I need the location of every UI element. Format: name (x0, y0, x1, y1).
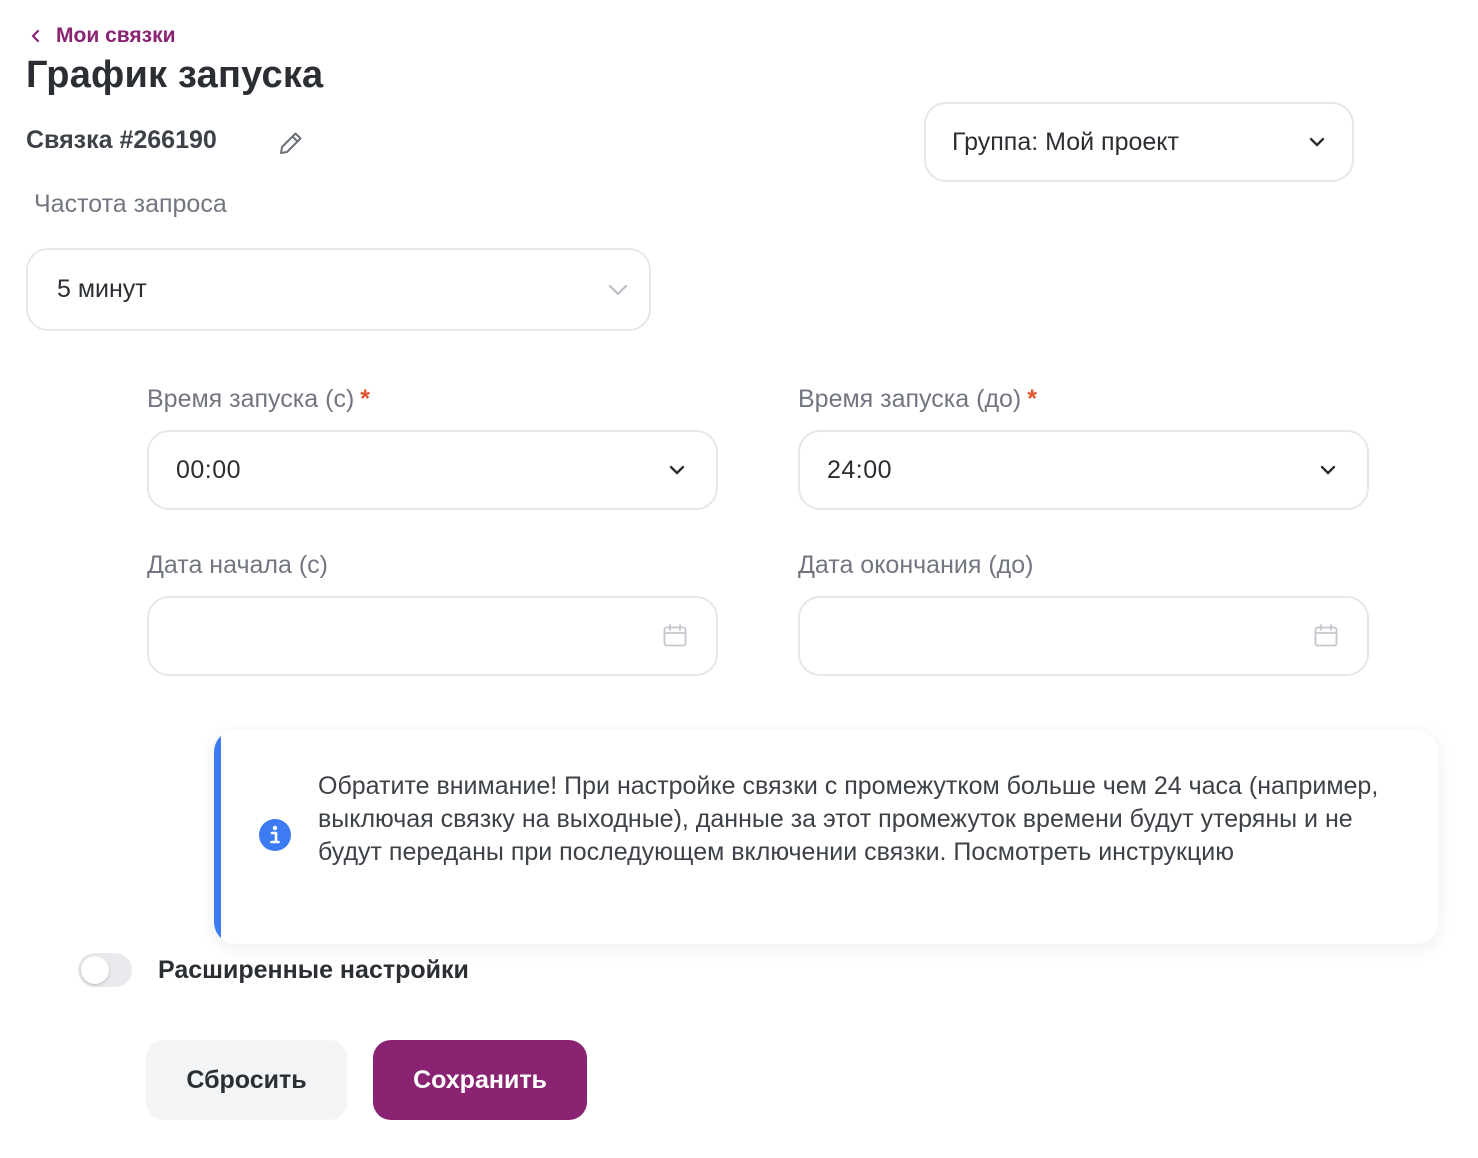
date-from-input[interactable] (176, 621, 662, 651)
frequency-select-value: 5 минут (57, 275, 147, 303)
page-title: График запуска (26, 54, 324, 96)
group-select[interactable]: Группа: Мой проект (924, 102, 1354, 182)
date-to-field[interactable] (798, 596, 1369, 676)
time-to-select[interactable]: 24:00 (798, 430, 1369, 510)
reset-button[interactable]: Сбросить (146, 1040, 347, 1120)
info-icon (259, 819, 291, 851)
time-to-label: Время запуска (до) * (798, 385, 1037, 414)
notice-accent-bar (214, 730, 221, 944)
required-mark: * (1027, 385, 1037, 413)
chevron-down-icon (608, 284, 628, 295)
time-from-value: 00:00 (176, 455, 242, 484)
advanced-settings-toggle[interactable] (78, 953, 132, 987)
date-from-field[interactable] (147, 596, 718, 676)
advanced-settings-label: Расширенные настройки (158, 956, 469, 984)
breadcrumb-label: Мои связки (56, 24, 176, 47)
link-name: Связка #266190 (26, 126, 217, 154)
required-mark: * (360, 385, 370, 413)
breadcrumb-back-link[interactable]: Мои связки (30, 22, 176, 50)
date-to-label-text: Дата окончания (до) (798, 551, 1034, 579)
calendar-icon[interactable] (1313, 623, 1339, 649)
date-to-label: Дата окончания (до) (798, 551, 1033, 580)
time-from-select[interactable]: 00:00 (147, 430, 718, 510)
save-button[interactable]: Сохранить (373, 1040, 587, 1120)
notice-text: Обратите внимание! При настройке связки … (318, 772, 1379, 866)
chevron-down-icon (669, 465, 685, 475)
info-notice: Обратите внимание! При настройке связки … (214, 730, 1438, 944)
time-to-value: 24:00 (827, 455, 893, 484)
calendar-icon[interactable] (662, 623, 688, 649)
time-from-label-text: Время запуска (с) (147, 385, 355, 413)
date-to-input[interactable] (827, 621, 1313, 651)
frequency-label: Частота запроса (34, 190, 227, 218)
chevron-down-icon (1320, 465, 1336, 475)
pencil-icon[interactable] (276, 128, 306, 158)
date-from-label-text: Дата начала (с) (147, 551, 328, 579)
frequency-select[interactable]: 5 минут (26, 248, 651, 331)
toggle-knob (81, 956, 109, 984)
time-to-label-text: Время запуска (до) (798, 385, 1022, 413)
group-select-value: Группа: Мой проект (952, 127, 1179, 156)
chevron-left-icon (31, 29, 40, 43)
date-from-label: Дата начала (с) (147, 551, 328, 580)
time-from-label: Время запуска (с) * (147, 385, 370, 414)
chevron-down-icon (1309, 137, 1325, 147)
